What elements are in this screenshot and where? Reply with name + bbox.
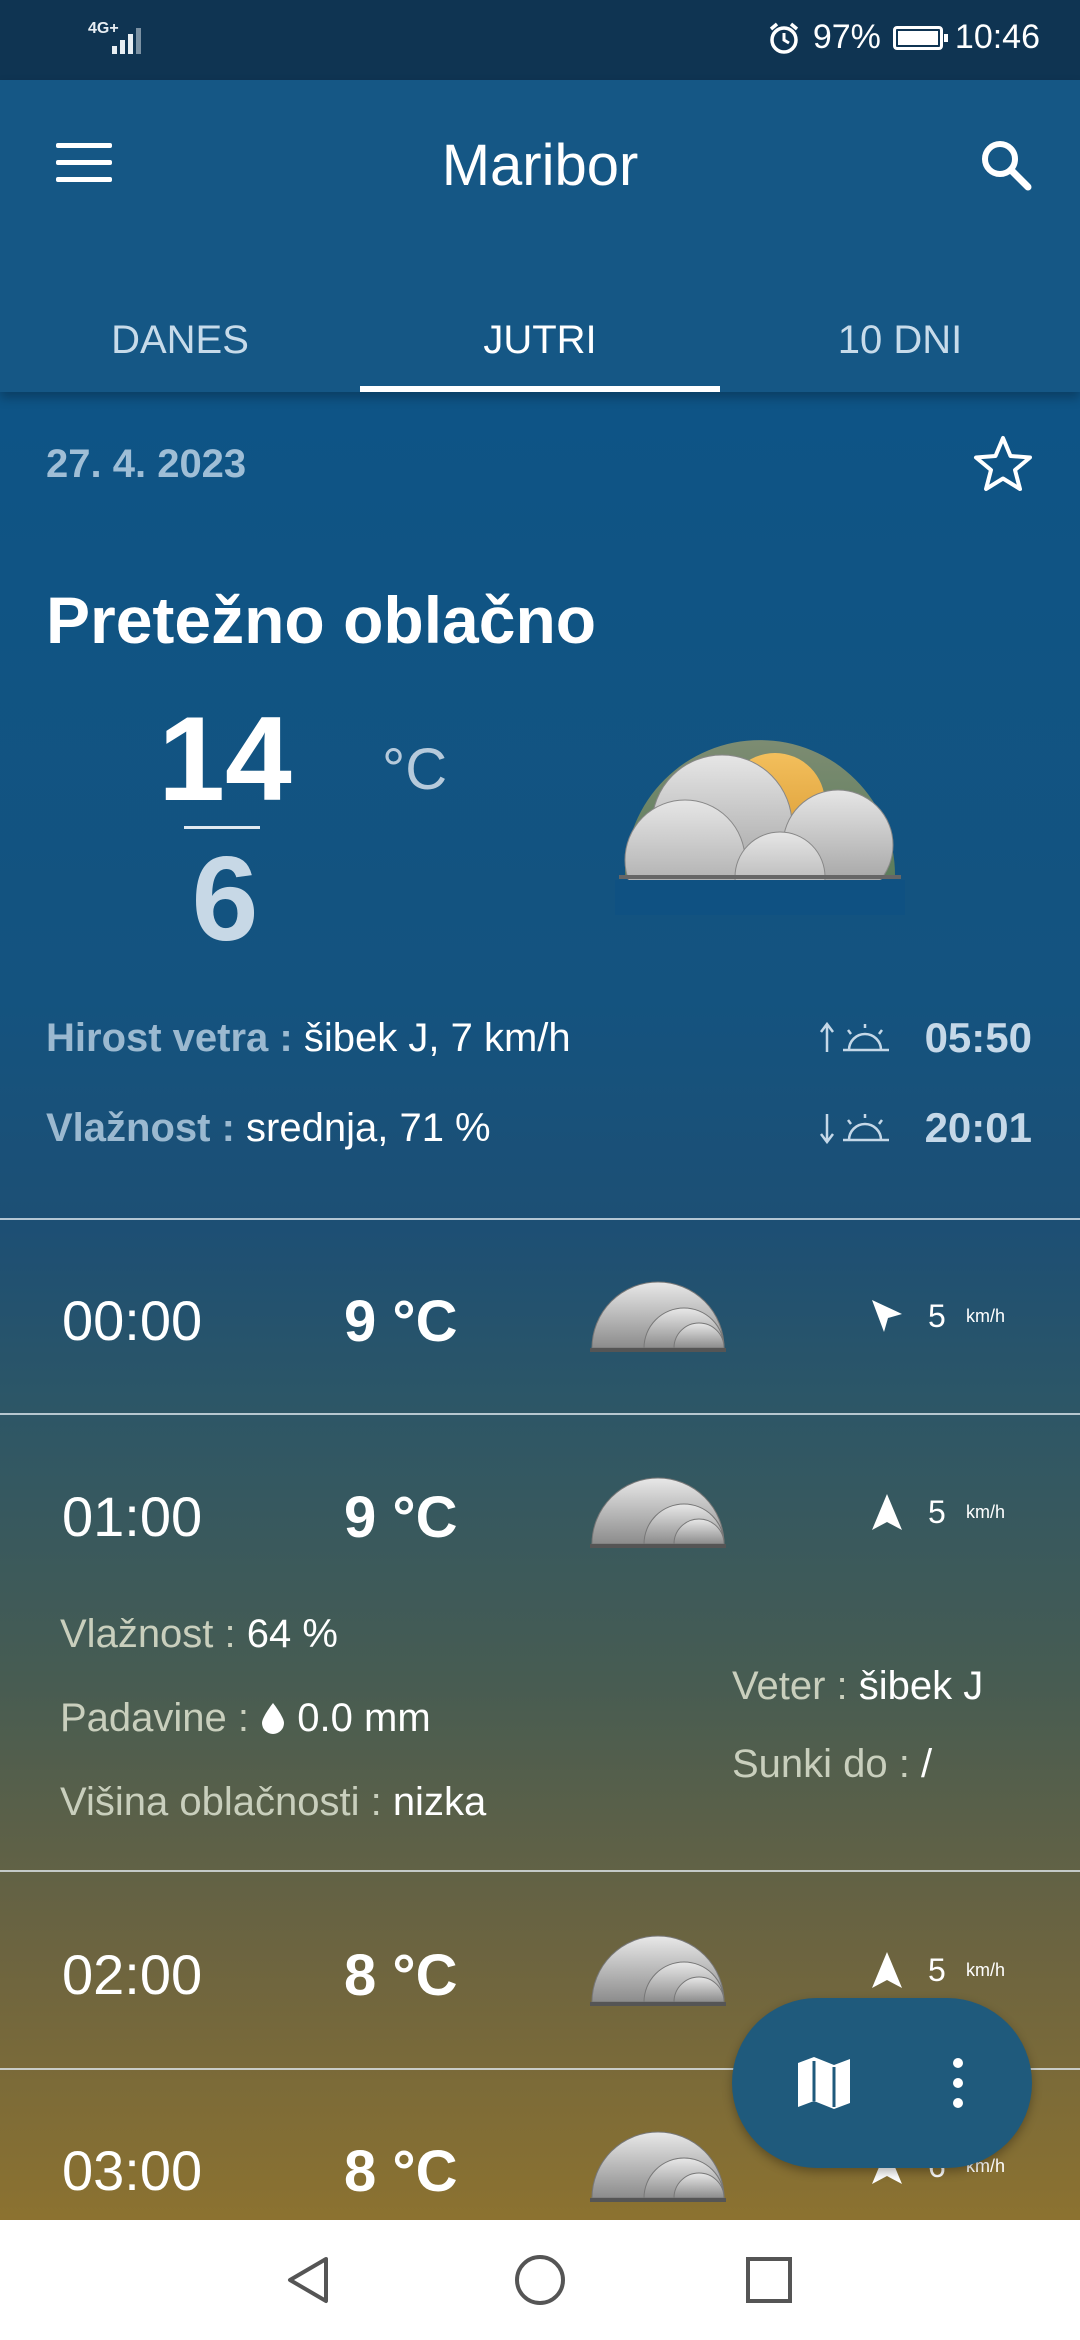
signal-icon	[112, 22, 146, 54]
wind-unit: km/h	[966, 1959, 1006, 1980]
system-navigation-bar	[0, 2220, 1080, 2340]
alarm-icon	[769, 22, 798, 54]
sunset-icon	[819, 1114, 889, 1145]
temperature-divider	[184, 826, 260, 829]
hour-temp: 9 °C	[344, 1485, 458, 1550]
droplet-icon	[262, 1703, 285, 1734]
cloud-icon	[590, 2131, 726, 2202]
detail-value: /	[921, 1742, 933, 1786]
page-title: Maribor	[441, 133, 639, 198]
sunset-time: 20:01	[924, 1104, 1032, 1151]
sunrise-time: 05:50	[924, 1014, 1032, 1061]
detail-value: nizka	[392, 1780, 487, 1824]
divider	[0, 1870, 1080, 1872]
hour-temp: 8 °C	[344, 1943, 458, 2008]
detail-label: Sunki do :	[732, 1742, 910, 1786]
more-vert-icon[interactable]	[948, 2053, 968, 2113]
forecast-date: 27. 4. 2023	[46, 442, 247, 486]
temperature-unit: °C	[382, 737, 448, 802]
back-icon[interactable]	[282, 2253, 336, 2307]
tab-bar: DANES JUTRI 10 DNI	[0, 290, 1080, 392]
status-right: 97% 10:46	[767, 18, 1040, 57]
temperature-max: 14	[158, 692, 292, 826]
detail-humidity: Vlažnost : 64 %	[60, 1612, 338, 1657]
wind-cell: 5 km/h	[868, 1492, 1005, 1532]
detail-cloud-height: Višina oblačnosti : nizka	[60, 1780, 486, 1825]
hour-time[interactable]: 03:00	[62, 2138, 202, 2203]
detail-value: 0.0 mm	[297, 1696, 431, 1740]
recents-icon[interactable]	[742, 2253, 796, 2307]
detail-label: Višina oblačnosti :	[60, 1780, 382, 1824]
home-icon[interactable]	[513, 2253, 567, 2307]
wind-direction-icon	[872, 1300, 902, 1332]
tab-jutri[interactable]: JUTRI	[360, 290, 720, 392]
cloud-icon	[590, 1935, 726, 2006]
hour-time[interactable]: 02:00	[62, 1942, 202, 2007]
app-header: Maribor DANES JUTRI 10 DNI	[0, 80, 1080, 392]
battery-icon	[892, 25, 948, 50]
wind-speed: 5	[928, 1493, 946, 1530]
temperature-min: 6	[191, 832, 259, 966]
condition-text: Pretežno oblačno	[46, 583, 597, 657]
status-bar: 4G+ 97% 10:46	[0, 0, 1080, 80]
wind-direction-icon	[872, 1494, 902, 1530]
app-screen: 4G+ 97% 10:46 Maribor DANES JUTRI 10 DNI…	[0, 0, 1080, 2220]
humidity-label: Vlažnost :	[46, 1106, 235, 1150]
detail-value: šibek J	[858, 1664, 984, 1708]
sunset-info: 20:01	[817, 1104, 1032, 1152]
wind-speed: 5	[928, 1297, 946, 1334]
map-icon[interactable]	[794, 2053, 854, 2113]
floating-action-group	[732, 1998, 1032, 2168]
detail-wind: Veter : šibek J	[732, 1664, 983, 1709]
wind-direction-icon	[872, 1952, 902, 1988]
cloud-icon	[590, 1281, 726, 1352]
wind-value: šibek J, 7 km/h	[303, 1016, 571, 1060]
star-icon[interactable]	[970, 432, 1036, 498]
humidity-info: Vlažnost : srednja, 71 %	[46, 1106, 491, 1151]
wind-info: Hirost vetra : šibek J, 7 km/h	[46, 1016, 571, 1061]
sunrise-info: 05:50	[817, 1014, 1032, 1062]
sunrise-icon	[819, 1021, 889, 1052]
tab-danes[interactable]: DANES	[0, 290, 360, 392]
hour-temp: 9 °C	[344, 1289, 458, 1354]
hour-time[interactable]: 00:00	[62, 1288, 202, 1353]
wind-speed: 5	[928, 1951, 946, 1988]
clock: 10:46	[954, 18, 1040, 56]
battery-percent: 97%	[812, 18, 881, 56]
wind-label: Hirost vetra :	[46, 1016, 293, 1060]
detail-label: Padavine :	[60, 1696, 250, 1740]
humidity-value: srednja, 71 %	[246, 1106, 491, 1150]
cloud-icon	[590, 1477, 726, 1548]
detail-gusts: Sunki do : /	[732, 1742, 932, 1787]
detail-precipitation: Padavine : 0.0 mm	[60, 1696, 431, 1741]
hour-time[interactable]: 01:00	[62, 1484, 202, 1549]
tab-10-dni[interactable]: 10 DNI	[720, 290, 1080, 392]
divider	[0, 1218, 1080, 1220]
wind-unit: km/h	[966, 1305, 1006, 1326]
detail-label: Vlažnost :	[60, 1612, 236, 1656]
wind-cell: 5 km/h	[868, 1296, 1005, 1336]
wind-unit: km/h	[966, 1501, 1006, 1522]
hour-temp: 8 °C	[344, 2139, 458, 2204]
detail-label: Veter :	[732, 1664, 848, 1708]
wind-cell: 5 km/h	[868, 1950, 1005, 1990]
search-icon[interactable]	[976, 135, 1036, 195]
partly-cloudy-icon	[615, 740, 905, 915]
detail-value: 64 %	[246, 1612, 338, 1656]
divider	[0, 1413, 1080, 1415]
